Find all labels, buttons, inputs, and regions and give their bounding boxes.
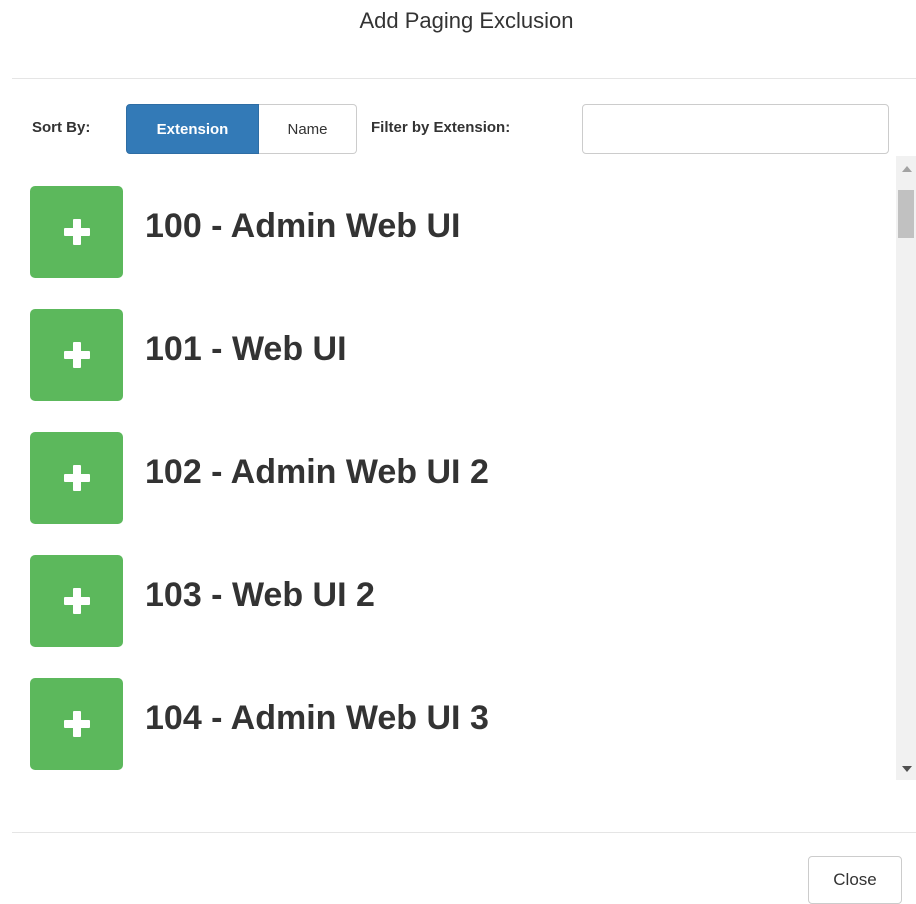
plus-icon xyxy=(63,588,90,614)
plus-icon xyxy=(63,342,90,368)
add-paging-exclusion-modal: Add Paging Exclusion Sort By: Extension … xyxy=(0,0,916,904)
plus-icon xyxy=(63,219,90,245)
add-button[interactable] xyxy=(30,555,123,647)
scroll-thumb[interactable] xyxy=(898,190,914,238)
list-item-label: 101 - Web UI xyxy=(145,329,347,368)
add-button[interactable] xyxy=(30,432,123,524)
list-item: 104 - Admin Web UI 3 xyxy=(30,678,489,770)
footer-divider xyxy=(12,832,916,833)
list-item-label: 102 - Admin Web UI 2 xyxy=(145,452,489,491)
filter-extension-input[interactable] xyxy=(582,104,889,154)
scroll-down-arrow-icon[interactable] xyxy=(902,766,912,772)
list-item: 101 - Web UI xyxy=(30,309,347,401)
scroll-up-arrow-icon[interactable] xyxy=(902,166,912,172)
list-item-label: 104 - Admin Web UI 3 xyxy=(145,698,489,737)
list-item: 103 - Web UI 2 xyxy=(30,555,375,647)
plus-icon xyxy=(63,711,90,737)
sort-name-button[interactable]: Name xyxy=(259,104,357,154)
sort-extension-button[interactable]: Extension xyxy=(126,104,259,154)
list-item: 102 - Admin Web UI 2 xyxy=(30,432,489,524)
list-scrollbar[interactable] xyxy=(896,156,916,780)
toolbar: Sort By: Extension Name Filter by Extens… xyxy=(0,103,916,155)
add-button[interactable] xyxy=(30,186,123,278)
extension-list: 100 - Admin Web UI 101 - Web UI 102 - Ad… xyxy=(0,156,916,780)
list-item: 100 - Admin Web UI xyxy=(30,186,461,278)
filter-by-extension-label: Filter by Extension: xyxy=(371,119,511,136)
add-button[interactable] xyxy=(30,678,123,770)
plus-icon xyxy=(63,465,90,491)
sort-by-label: Sort By: xyxy=(32,119,91,136)
close-button[interactable]: Close xyxy=(808,856,902,904)
list-item-label: 103 - Web UI 2 xyxy=(145,575,375,614)
modal-title: Add Paging Exclusion xyxy=(359,8,574,33)
header-divider xyxy=(12,78,916,79)
add-button[interactable] xyxy=(30,309,123,401)
list-item-label: 100 - Admin Web UI xyxy=(145,206,461,245)
modal-header: Add Paging Exclusion xyxy=(0,0,916,78)
sort-button-group: Extension Name xyxy=(126,104,357,154)
